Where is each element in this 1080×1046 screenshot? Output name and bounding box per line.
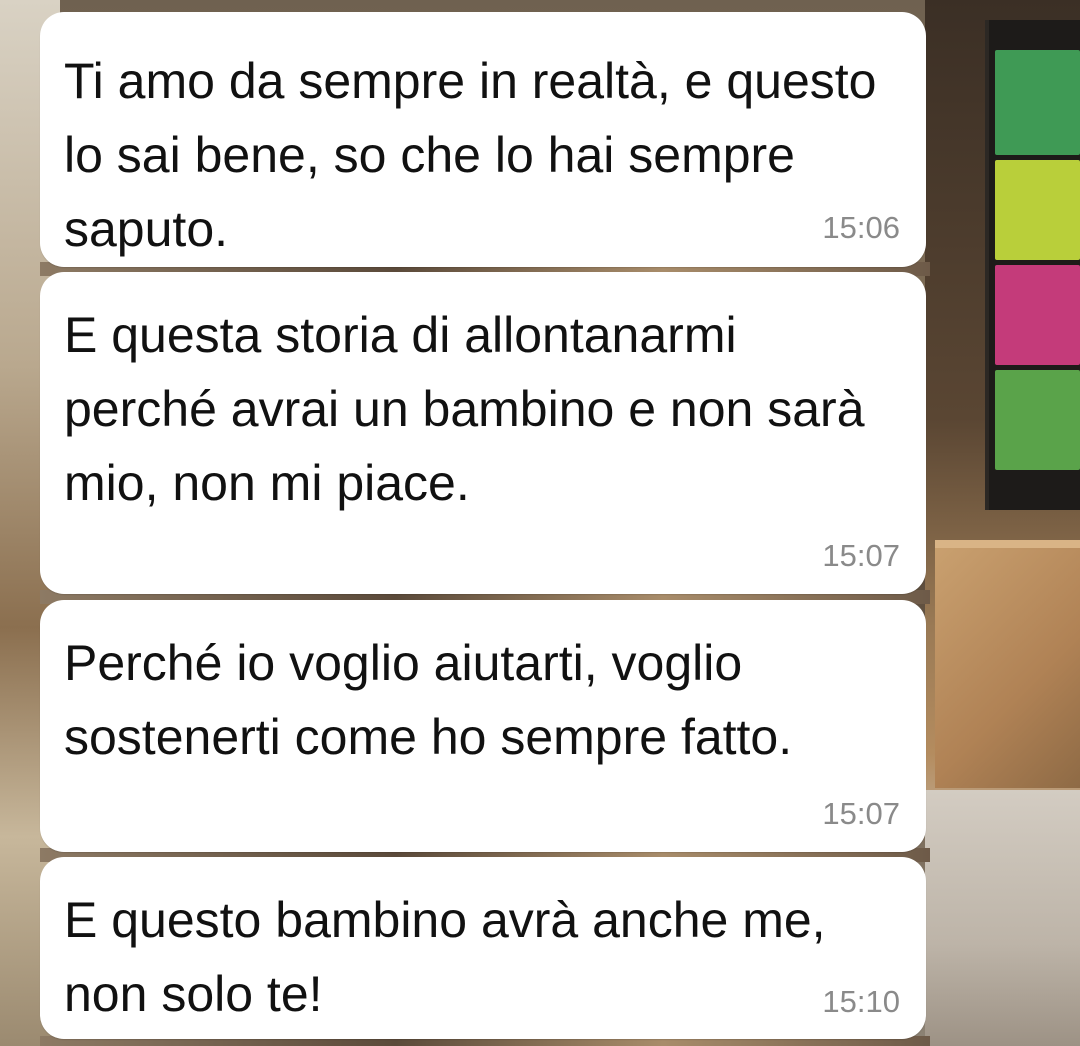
message-text: E questa storia di allontanarmi perché a… xyxy=(64,307,865,511)
message-timestamp: 15:07 xyxy=(822,538,900,573)
incoming-message-bubble[interactable]: E questo bambino avrà anche me, non solo… xyxy=(40,857,926,1039)
message-list[interactable]: Ti amo da sempre in realtà, e questo lo … xyxy=(0,0,1080,1046)
message-text: E questo bambino avrà anche me, non solo… xyxy=(64,892,826,1022)
incoming-message-bubble[interactable]: E questa storia di allontanarmi perché a… xyxy=(40,272,926,594)
message-timestamp: 15:10 xyxy=(822,984,900,1019)
incoming-message-bubble[interactable]: Ti amo da sempre in realtà, e questo lo … xyxy=(40,12,926,267)
message-timestamp: 15:07 xyxy=(822,796,900,831)
message-text: Perché io voglio aiutarti, voglio sosten… xyxy=(64,635,793,765)
incoming-message-bubble[interactable]: Perché io voglio aiutarti, voglio sosten… xyxy=(40,600,926,852)
message-timestamp: 15:06 xyxy=(822,210,900,245)
message-text: Ti amo da sempre in realtà, e questo lo … xyxy=(64,53,877,257)
